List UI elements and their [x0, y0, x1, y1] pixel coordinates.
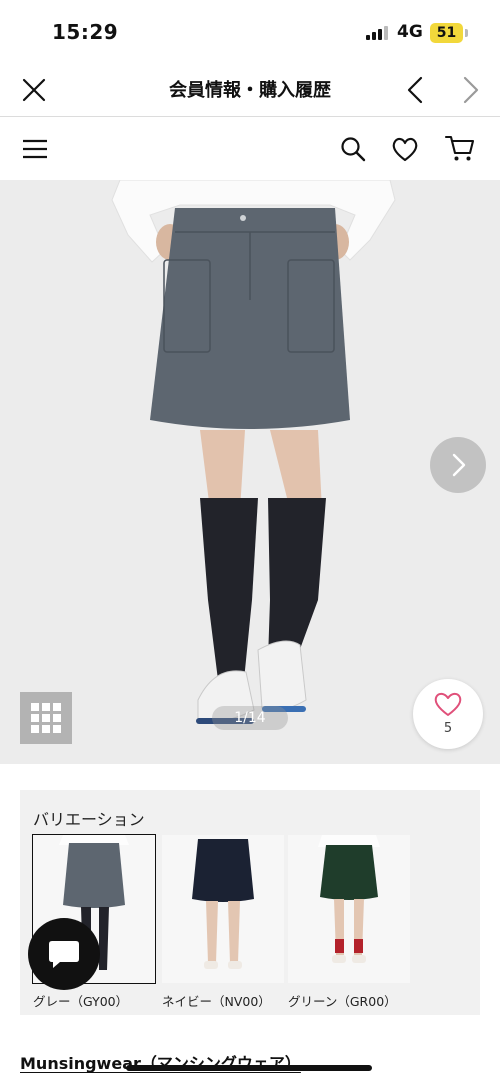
cart-icon: [444, 135, 475, 161]
home-indicator: [126, 1065, 372, 1071]
battery-icon: 51: [430, 23, 463, 43]
variation-label: グレー（GY00）: [33, 994, 129, 1009]
variations-title: バリエーション: [33, 810, 145, 829]
image-page-indicator: 1/14: [212, 706, 288, 730]
variation-thumbnail: [162, 835, 284, 983]
variation-label: グリーン（GR00）: [288, 994, 397, 1009]
forward-button[interactable]: [456, 74, 484, 106]
heart-icon: [392, 137, 418, 162]
menu-button[interactable]: [20, 134, 50, 164]
product-photo: [0, 180, 500, 764]
variation-thumbnail: [288, 835, 410, 983]
cart-button[interactable]: [444, 132, 476, 164]
favorites-button[interactable]: [390, 134, 420, 164]
heart-icon: [434, 692, 462, 716]
next-image-button[interactable]: [430, 437, 486, 493]
status-bar: 15:29 4G 51: [0, 0, 500, 62]
hamburger-menu-icon: [23, 139, 47, 159]
variation-label: ネイビー（NV00）: [162, 994, 271, 1009]
variation-photo: [162, 835, 284, 983]
chat-bubble-icon: [49, 941, 79, 968]
grid-icon: [31, 703, 61, 733]
chevron-right-icon: [463, 76, 479, 104]
chat-button[interactable]: [28, 918, 100, 990]
chevron-left-icon: [407, 76, 423, 104]
search-button[interactable]: [338, 134, 368, 164]
thumbnail-grid-button[interactable]: [20, 692, 72, 744]
web-view-nav-bar: 会員情報・購入履歴: [0, 62, 500, 117]
signal-icon: [366, 26, 388, 40]
product-image-gallery[interactable]: 1/14 5: [0, 180, 500, 764]
battery-tip: [465, 29, 468, 37]
variation-photo: [288, 835, 410, 983]
site-header: [0, 118, 500, 180]
search-icon: [341, 137, 366, 162]
chevron-right-icon: [452, 453, 466, 477]
network-type: 4G: [397, 22, 423, 42]
status-time: 15:29: [52, 20, 119, 44]
like-button[interactable]: 5: [413, 679, 483, 749]
like-count: 5: [443, 721, 453, 736]
variation-navy[interactable]: ネイビー（NV00）: [162, 835, 284, 1010]
variation-green[interactable]: グリーン（GR00）: [288, 835, 410, 1010]
back-button[interactable]: [402, 74, 430, 106]
